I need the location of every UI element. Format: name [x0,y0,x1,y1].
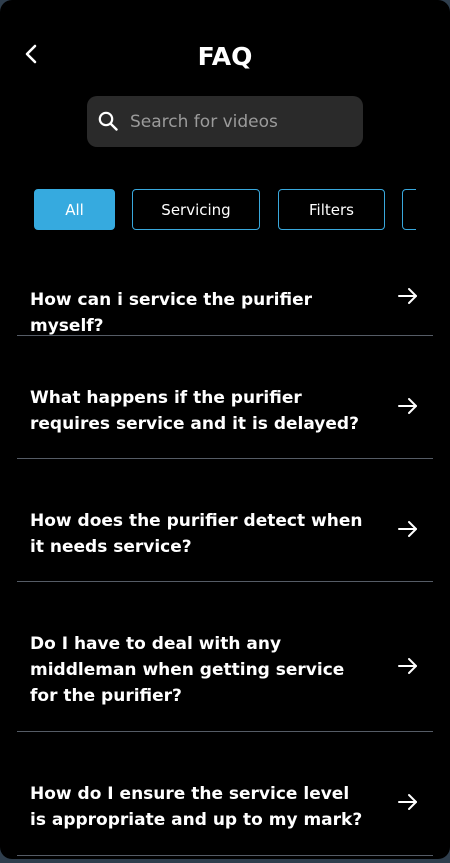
faq-list: How can i service the purifier myself? W… [17,256,433,856]
page-title: FAQ [197,42,253,71]
faq-item[interactable]: How can i service the purifier myself? [17,256,433,336]
arrow-right-icon [398,658,417,674]
faq-item[interactable]: How do I ensure the service level is app… [17,732,433,856]
filter-chips: All Servicing Filters [34,189,416,231]
filter-chip-label: Filters [309,200,354,219]
faq-item[interactable]: What happens if the purifier requires se… [17,336,433,459]
filter-chip-all[interactable]: All [34,189,115,230]
search-icon [98,111,118,131]
filter-chip-label: Servicing [161,200,231,219]
arrow-right-icon [398,794,417,810]
faq-question: How can i service the purifier myself? [30,290,312,336]
filter-chip-filters[interactable]: Filters [278,189,385,230]
search-bar[interactable] [87,96,363,147]
faq-question: How do I ensure the service level is app… [30,784,363,830]
faq-question: What happens if the purifier requires se… [30,388,359,434]
search-input[interactable] [130,96,355,147]
faq-screen: FAQ All Servicing Filters How can i serv… [0,0,450,859]
faq-question: Do I have to deal with any middleman whe… [30,634,345,706]
arrow-right-icon [398,288,417,304]
filter-chip-servicing[interactable]: Servicing [132,189,260,230]
faq-item[interactable]: How does the purifier detect when it nee… [17,459,433,582]
filter-chip-more[interactable] [402,189,416,230]
filter-chip-label: All [65,200,84,219]
faq-question: How does the purifier detect when it nee… [30,511,363,557]
faq-item[interactable]: Do I have to deal with any middleman whe… [17,582,433,732]
arrow-right-icon [398,398,417,414]
arrow-right-icon [398,521,417,537]
